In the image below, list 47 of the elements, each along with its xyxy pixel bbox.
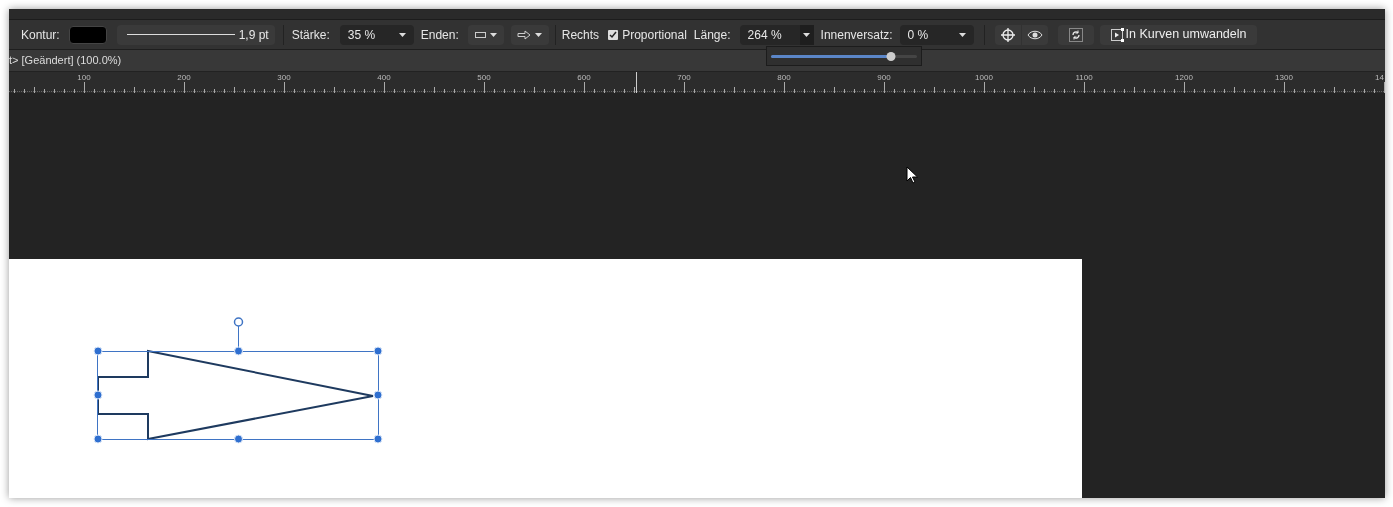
- ruler-label: 600: [577, 73, 591, 82]
- ruler-label: 700: [677, 73, 691, 82]
- ruler-label: 500: [477, 73, 491, 82]
- eye-icon: [1026, 28, 1043, 41]
- proportional-label: Proportional: [622, 26, 687, 44]
- length-label: Länge:: [693, 26, 731, 44]
- side-label: Rechts: [561, 26, 600, 44]
- caret-icon: [398, 32, 406, 37]
- caret-icon: [535, 32, 543, 37]
- line-end-icon: [474, 31, 486, 38]
- ruler-label: 1000: [975, 73, 993, 82]
- stroke-label: Kontur:: [21, 26, 60, 44]
- ruler-label: 1300: [1275, 73, 1293, 82]
- ruler-label: 100: [77, 73, 91, 82]
- length-slider[interactable]: [771, 54, 917, 58]
- end-cap-dropdown[interactable]: [510, 24, 549, 45]
- caret-icon: [958, 32, 966, 37]
- caret-icon: [489, 32, 497, 37]
- ruler-label: 900: [877, 73, 891, 82]
- sync-button[interactable]: [1057, 24, 1094, 45]
- document-tab[interactable]: t> [Geändert] (100.0%): [9, 52, 122, 69]
- ruler-label: 14: [1375, 73, 1384, 82]
- ruler-label: 1200: [1175, 73, 1193, 82]
- refresh-icon: [1068, 27, 1083, 42]
- strength-label: Stärke:: [291, 26, 330, 44]
- stroke-color-swatch[interactable]: [68, 25, 107, 44]
- ruler-label: 300: [277, 73, 291, 82]
- caret-icon: [803, 32, 811, 37]
- ruler-label: 1100: [1075, 73, 1093, 82]
- proportional-checkbox[interactable]: [608, 29, 619, 40]
- ruler-label: 200: [177, 73, 191, 82]
- ruler-label: 400: [377, 73, 391, 82]
- convert-to-curves-button[interactable]: In Kurven umwandeln: [1099, 24, 1257, 45]
- mouse-cursor-icon: [906, 166, 918, 184]
- arrow-end-icon: [517, 29, 532, 40]
- start-cap-dropdown[interactable]: [467, 24, 504, 45]
- ends-label: Enden:: [420, 26, 459, 44]
- view-button[interactable]: [1021, 24, 1048, 45]
- line-weight-button[interactable]: 1,9 pt: [116, 24, 275, 45]
- node-box-icon: [1109, 27, 1124, 42]
- target-button[interactable]: [994, 24, 1021, 45]
- ruler-label: 800: [777, 73, 791, 82]
- inset-field[interactable]: 0 %: [899, 24, 974, 45]
- inset-label: Innenversatz:: [820, 26, 893, 44]
- crosshair-icon: [1000, 27, 1015, 42]
- length-field[interactable]: 264 %: [739, 24, 814, 45]
- strength-field[interactable]: 35 %: [339, 24, 414, 45]
